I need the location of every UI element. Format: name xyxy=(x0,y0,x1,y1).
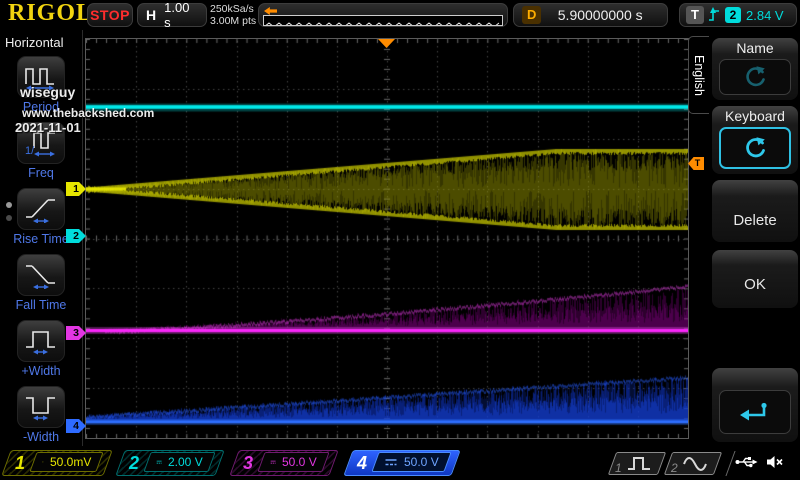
svg-text:1/: 1/ xyxy=(25,145,35,157)
trigger-source-badge: 2 xyxy=(725,7,741,23)
bottom-bar: 1 50.0mV 2 2.00 V 3 xyxy=(0,446,800,480)
channel-4-tab[interactable]: 4 50.0 V xyxy=(348,450,456,476)
rotate-icon xyxy=(742,136,768,160)
oscilloscope-screen: RIGOL STOP H 1.00 s 250kSa/s 3.00M pts D… xyxy=(0,0,800,480)
period-icon xyxy=(24,63,58,91)
delay-label: D xyxy=(522,6,541,24)
menu-scroll-indicator xyxy=(6,202,12,228)
channel-4-position-marker[interactable]: 4 xyxy=(66,419,86,433)
language-tab[interactable]: English xyxy=(688,36,709,114)
timebase-value: 1.00 s xyxy=(164,0,198,30)
horizontal-label: H xyxy=(146,7,156,23)
enter-button[interactable] xyxy=(719,390,791,434)
speaker-muted-icon xyxy=(766,455,784,469)
waveform-display: 1 2 3 4 T xyxy=(85,38,689,439)
menu-item-freq[interactable]: 1/ Freq xyxy=(10,122,72,180)
trace-canvas xyxy=(86,39,688,438)
memory-waveform-thumbnail xyxy=(263,15,503,26)
channel-2-tab[interactable]: 2 2.00 V xyxy=(120,450,220,476)
dc-coupling-icon xyxy=(270,457,276,467)
channel-3-tab[interactable]: 3 50.0 V xyxy=(234,450,334,476)
menu-item-minus-width[interactable]: -Width xyxy=(10,386,72,444)
channel-1-tab[interactable]: 1 50.0mV xyxy=(6,450,108,476)
source-1-badge[interactable]: 1 xyxy=(612,452,662,475)
channel-1-position-marker[interactable]: 1 xyxy=(66,182,86,196)
channel-2-position-marker[interactable]: 2 xyxy=(66,229,86,243)
usb-icon xyxy=(735,455,758,469)
brand-logo: RIGOL xyxy=(8,0,93,27)
softkey-keyboard[interactable]: Keyboard xyxy=(712,106,798,174)
pulse-icon xyxy=(626,454,652,473)
dc-coupling-icon xyxy=(384,457,398,467)
trigger-level-value: 2.84 V xyxy=(746,8,784,23)
source-2-badge[interactable]: 2 xyxy=(668,452,718,475)
softkey-ok[interactable]: OK xyxy=(712,250,798,308)
run-state-badge[interactable]: STOP xyxy=(87,3,133,27)
plus-width-icon xyxy=(24,327,58,355)
rotate-icon xyxy=(742,65,768,89)
fall-time-icon xyxy=(24,261,58,289)
enter-icon xyxy=(738,401,772,423)
acquisition-info: 250kSa/s 3.00M pts xyxy=(210,4,256,27)
softkey-menu: English Name Keyboard Delete xyxy=(688,30,800,446)
timebase-box[interactable]: H 1.00 s xyxy=(137,3,207,27)
minus-width-icon xyxy=(24,393,58,421)
trigger-box[interactable]: T 2 2.84 V xyxy=(679,3,797,27)
dc-coupling-icon xyxy=(156,457,162,467)
menu-title: Horizontal xyxy=(0,30,82,50)
channel-3-position-marker[interactable]: 3 xyxy=(66,326,86,340)
menu-item-fall-time[interactable]: Fall Time xyxy=(10,254,72,312)
delay-box[interactable]: D 5.90000000 s xyxy=(513,3,668,27)
memory-depth: 3.00M pts xyxy=(210,16,256,28)
sample-rate: 250kSa/s xyxy=(210,4,256,16)
softkey-name[interactable]: Name xyxy=(712,38,798,100)
menu-item-period[interactable]: Period xyxy=(10,56,72,114)
rising-edge-icon xyxy=(709,7,720,23)
menu-item-plus-width[interactable]: +Width xyxy=(10,320,72,378)
rise-time-icon xyxy=(24,195,58,223)
delay-value: 5.90000000 s xyxy=(541,7,659,23)
waveform-overview-bar[interactable] xyxy=(258,3,508,27)
softkey-enter[interactable] xyxy=(712,368,798,442)
dc-coupling-icon xyxy=(42,457,44,467)
delay-arrow-icon xyxy=(264,7,277,15)
name-rotate-button[interactable] xyxy=(719,59,791,95)
sine-icon xyxy=(682,454,708,473)
thumbnail-sine-icon xyxy=(264,20,503,26)
freq-icon: 1/ xyxy=(24,128,58,158)
keyboard-rotate-button[interactable] xyxy=(719,127,791,169)
menu-item-rise-time[interactable]: Rise Time xyxy=(10,188,72,246)
softkey-delete[interactable]: Delete xyxy=(712,180,798,242)
trigger-label: T xyxy=(686,6,704,24)
